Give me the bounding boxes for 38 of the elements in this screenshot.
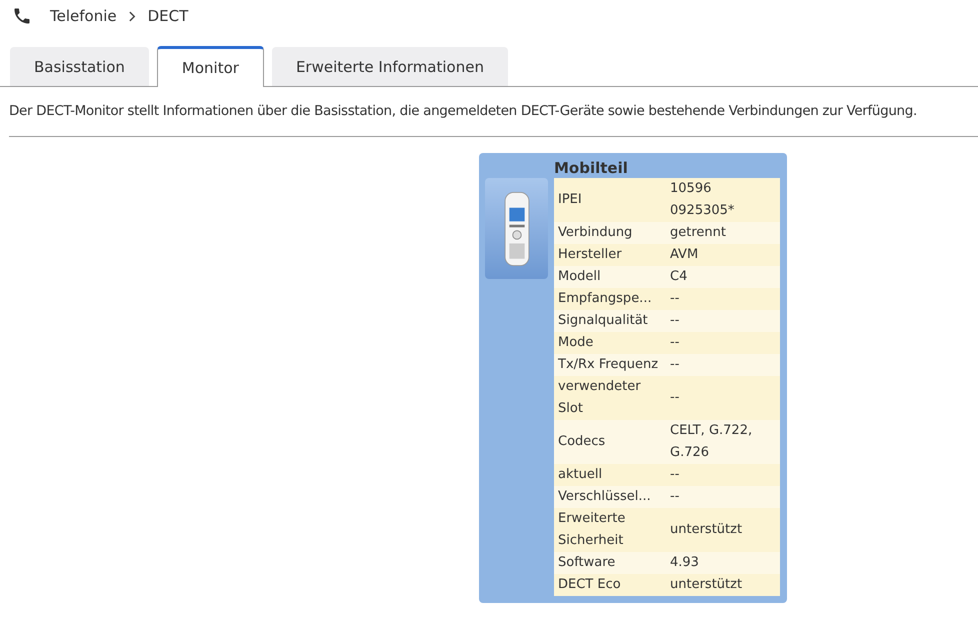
property-value: --: [666, 486, 780, 508]
property-label: Mode: [554, 332, 666, 354]
chevron-right-icon: [128, 10, 136, 22]
property-value: --: [666, 288, 780, 310]
property-label: aktuell: [554, 464, 666, 486]
property-label: Empfangspe...: [554, 288, 666, 310]
property-value: --: [666, 464, 780, 486]
panel-title: Mobilteil: [554, 159, 629, 178]
property-label: IPEI: [554, 178, 666, 222]
tab[interactable]: Basisstation: [10, 47, 149, 86]
property-label: Erweiterte Sicherheit: [554, 508, 666, 552]
property-label: DECT Eco: [554, 574, 666, 596]
tab[interactable]: Erweiterte Informationen: [272, 47, 508, 86]
description-text: Der DECT-Monitor stellt Informationen über die Basisstation, die angemeldeten DECT-Geräte sowie bestehende Verbindungen zur Verfügung.: [9, 103, 918, 119]
property-value: unterstützt: [666, 574, 780, 596]
property-value: 4.93: [666, 552, 780, 574]
property-value: --: [666, 354, 780, 376]
property-label: Verschlüssel...: [554, 486, 666, 508]
property-label: verwendeter Slot: [554, 376, 666, 420]
property-label: Software: [554, 552, 666, 574]
property-value: unterstützt: [666, 508, 780, 552]
property-value: --: [666, 332, 780, 354]
phone-icon: [12, 6, 32, 26]
property-label: Tx/Rx Frequenz: [554, 354, 666, 376]
property-value: CELT, G.722, G.726: [666, 420, 780, 464]
property-value: getrennt: [666, 222, 780, 244]
breadcrumb-item: DECT: [148, 7, 188, 25]
property-label: Hersteller: [554, 244, 666, 266]
property-label: Modell: [554, 266, 666, 288]
property-value: AVM: [666, 244, 780, 266]
breadcrumb-item[interactable]: Telefonie: [50, 7, 117, 25]
property-value: --: [666, 310, 780, 332]
property-label: Signalqualität: [554, 310, 666, 332]
property-value: --: [666, 376, 780, 420]
property-label: Codecs: [554, 420, 666, 464]
property-value: C4: [666, 266, 780, 288]
tab[interactable]: Monitor: [156, 46, 264, 87]
property-label: Verbindung: [554, 222, 666, 244]
